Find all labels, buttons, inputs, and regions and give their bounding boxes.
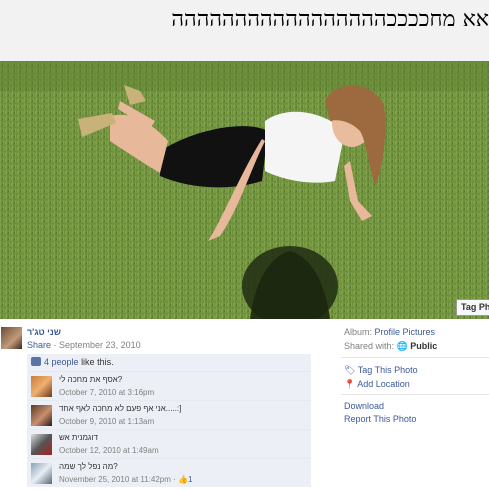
album-link[interactable]: Profile Pictures	[375, 327, 436, 337]
share-link[interactable]: Share	[27, 340, 51, 350]
album-row: Album: Profile Pictures	[344, 327, 436, 337]
comment-text: אסף את מחכה לי?	[59, 375, 123, 384]
comment-meta: October 9, 2010 at 1:13am	[59, 417, 155, 426]
globe-icon: 🌐	[396, 341, 408, 351]
sidebar-divider	[341, 394, 489, 395]
commenter-avatar[interactable]	[31, 405, 52, 426]
likes-suffix: like this.	[81, 357, 114, 367]
comment-item: אני אף פעם לא מחכה לאף אחד.....:] Octobe…	[27, 400, 311, 429]
comment-meta: October 12, 2010 at 1:49am	[59, 446, 159, 455]
status-header: אא מחככככההההההההההההההההה	[0, 0, 489, 61]
comment-meta: October 7, 2010 at 3:16pm	[59, 388, 155, 397]
report-photo-link[interactable]: Report This Photo	[344, 414, 416, 424]
comment-text: מה נפל לך שמה?	[59, 462, 118, 471]
sidebar-divider	[341, 357, 489, 358]
comment-text: דוגמנית אש	[59, 433, 98, 442]
privacy-value[interactable]: Public	[410, 341, 437, 351]
add-location-link[interactable]: 📍 Add Location	[344, 379, 410, 390]
tag-photo-button[interactable]: Tag Ph	[456, 299, 489, 316]
commenter-avatar[interactable]	[31, 463, 52, 484]
like-thumb-icon	[31, 357, 41, 366]
tag-this-photo-link[interactable]: 🏷 Tag This Photo	[344, 365, 418, 376]
likes-bar: 4 people like this.	[27, 354, 311, 371]
comment-like-count[interactable]: 👍1	[178, 475, 192, 484]
commenter-avatar[interactable]	[31, 376, 52, 397]
photo[interactable]	[0, 61, 489, 319]
status-caption: אא מחככככההההההההההההההההה	[171, 7, 489, 32]
owner-meta: Share · September 23, 2010	[27, 340, 141, 350]
post-date: September 23, 2010	[59, 340, 141, 350]
comment-item: מה נפל לך שמה? November 25, 2010 at 11:4…	[27, 458, 311, 487]
likes-count-link[interactable]: 4 people	[44, 357, 79, 367]
commenter-avatar[interactable]	[31, 434, 52, 455]
owner-avatar[interactable]	[1, 327, 22, 349]
shared-with-row: Shared with: 🌐 Public	[344, 341, 438, 351]
comment-item: דוגמנית אש October 12, 2010 at 1:49am	[27, 429, 311, 458]
owner-name[interactable]: שני טג'ר	[27, 327, 61, 337]
comment-meta: November 25, 2010 at 11:42pm · 👍1	[59, 475, 193, 484]
location-pin-icon: 📍	[344, 379, 356, 389]
tag-icon: 🏷	[344, 365, 356, 375]
download-link[interactable]: Download	[344, 401, 384, 411]
comment-item: אסף את מחכה לי? October 7, 2010 at 3:16p…	[27, 371, 311, 400]
photo-image	[0, 61, 489, 319]
comment-text: אני אף פעם לא מחכה לאף אחד.....:]	[59, 404, 182, 413]
